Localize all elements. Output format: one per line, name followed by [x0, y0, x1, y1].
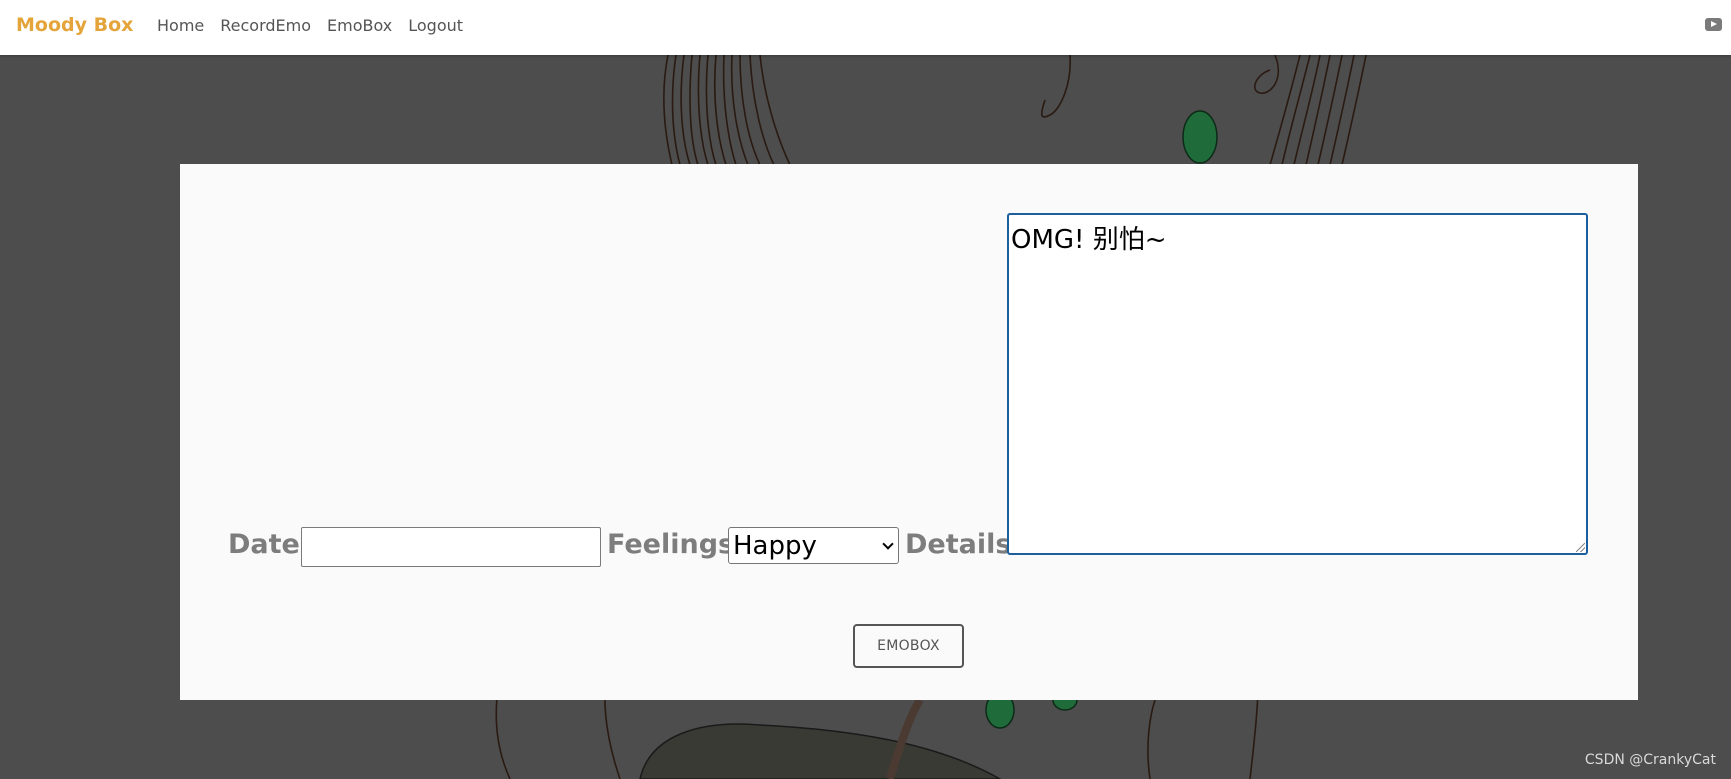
nav-link-home[interactable]: Home — [157, 16, 204, 35]
details-label: Details: — [905, 529, 1023, 560]
date-input[interactable] — [301, 527, 601, 567]
bowl-art — [639, 723, 1002, 779]
details-textarea[interactable]: OMG! 别怕~ — [1007, 213, 1588, 555]
watermark: CSDN @CrankyCat — [1584, 752, 1716, 768]
emobox-submit-button[interactable]: EMOBOX — [853, 624, 964, 668]
nav-link-emobox[interactable]: EmoBox — [327, 16, 392, 35]
feelings-selected-value: Happy — [733, 530, 817, 561]
feelings-label: Feelings: — [607, 529, 745, 560]
nav-link-recordemo[interactable]: RecordEmo — [220, 16, 311, 35]
nav-links: Home RecordEmo EmoBox Logout — [157, 16, 463, 35]
date-label: Date: — [228, 529, 311, 560]
youtube-icon[interactable] — [1705, 18, 1722, 31]
top-navbar: Moody Box Home RecordEmo EmoBox Logout — [0, 0, 1731, 55]
nav-link-logout[interactable]: Logout — [408, 16, 463, 35]
resize-grip-icon[interactable] — [1576, 543, 1585, 552]
leaf-top-art — [1182, 110, 1218, 164]
brand-logo[interactable]: Moody Box — [16, 14, 133, 36]
hair-strands-left-art — [663, 55, 1367, 166]
feelings-select[interactable]: Happy — [728, 527, 899, 564]
chevron-down-icon — [882, 538, 894, 550]
